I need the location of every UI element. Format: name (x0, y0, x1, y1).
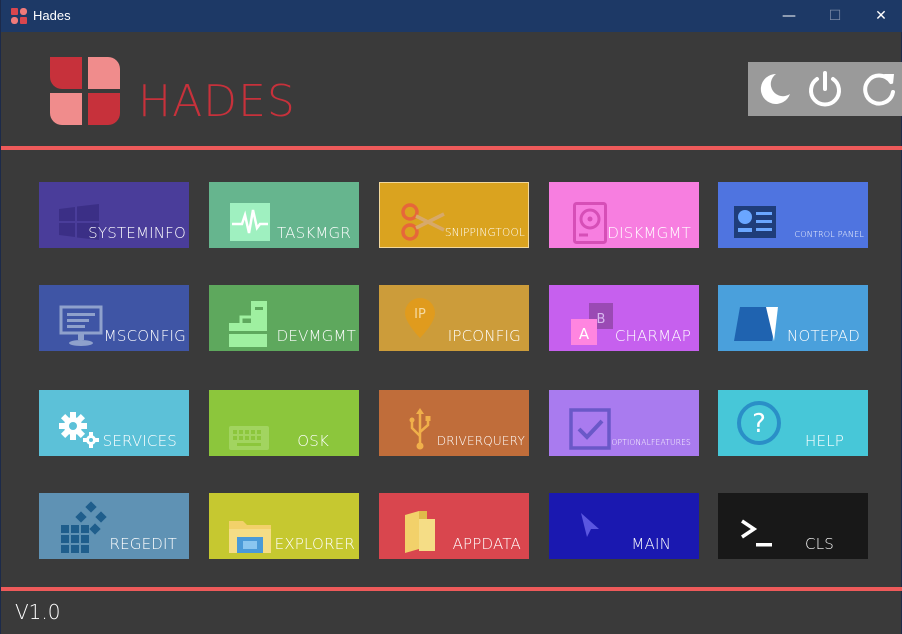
tile-ipconfig[interactable]: IP IPCONFIG (379, 285, 529, 351)
tile-devmgmt[interactable]: DEVMGMT (209, 285, 359, 351)
tile-label: IPCONFIG (447, 327, 521, 345)
notepad-icon (734, 307, 778, 341)
charmap-letter-b: B (597, 312, 606, 327)
maximize-button[interactable]: ☐ (812, 0, 858, 32)
tile-label: REGEDIT (109, 535, 177, 553)
tile-label: HELP (805, 432, 844, 450)
tile-label: OSK (297, 432, 329, 450)
tile-charmap[interactable]: B A CHARMAP (549, 285, 699, 351)
tile-appdata[interactable]: APPDATA (379, 493, 529, 559)
heartbeat-monitor-icon (230, 203, 270, 241)
tile-label: MSCONFIG (103, 327, 186, 345)
tile-label: CHARMAP (614, 327, 691, 345)
help-icon: ? (737, 401, 781, 445)
tile-label: NOTEPAD (787, 327, 860, 345)
terminal-prompt-icon (741, 519, 772, 547)
tile-label: TASKMGR (276, 224, 351, 242)
scissors-icon (401, 203, 445, 241)
ip-pin-icon: IP (405, 298, 435, 338)
tile-label: SNIPPINGTOOL (444, 227, 525, 239)
tile-notepad[interactable]: NOTEPAD (718, 285, 868, 351)
footer-divider (1, 587, 902, 591)
sleep-icon[interactable] (754, 68, 796, 110)
tile-cls[interactable]: CLS (718, 493, 868, 559)
tile-label: DEVMGMT (276, 327, 356, 345)
header-divider (1, 146, 902, 150)
app-logo-icon (11, 8, 27, 24)
tile-label: MAIN (631, 535, 671, 553)
tile-label: EXPLORER (274, 535, 355, 553)
registry-cubes-icon (61, 501, 107, 553)
restart-icon[interactable] (858, 68, 900, 110)
help-question-text: ? (752, 409, 766, 439)
tile-label: DRIVERQUERY (436, 434, 525, 448)
tile-diskmgmt[interactable]: DISKMGMT (549, 182, 699, 248)
tile-label: OPTIONALFEATURES (611, 438, 691, 447)
tile-osk[interactable]: OSK (209, 390, 359, 456)
tile-control-panel[interactable]: CONTROL PANEL (718, 182, 868, 248)
window-title: Hades (33, 8, 71, 23)
tile-services[interactable]: SERVICES (39, 390, 189, 456)
cursor-arrow-icon (581, 513, 599, 537)
tile-systeminfo[interactable]: SYSTEMINFO (39, 182, 189, 248)
character-map-icon: B A (571, 303, 613, 345)
power-icon[interactable] (804, 68, 846, 110)
tile-label: DISKMGMT (607, 224, 691, 242)
control-panel-icon (734, 206, 776, 238)
close-button[interactable]: ✕ (858, 0, 902, 32)
gears-icon (59, 412, 99, 448)
tile-label: SERVICES (102, 432, 177, 450)
tile-label: CLS (805, 535, 834, 553)
keyboard-icon (229, 426, 269, 450)
ip-pin-text: IP (414, 307, 426, 322)
tile-main[interactable]: MAIN (549, 493, 699, 559)
hades-window: Hades — ☐ ✕ HADES SYSTEMINFO TASKMGR SNI… (0, 0, 902, 634)
minimize-button[interactable]: — (766, 0, 812, 32)
tile-label: APPDATA (452, 535, 521, 553)
hades-logo-icon (50, 57, 120, 125)
monitor-config-icon (59, 305, 103, 346)
charmap-letter-a: A (579, 325, 590, 343)
tile-label: CONTROL PANEL (794, 230, 864, 239)
tile-driverquery[interactable]: DRIVERQUERY (379, 390, 529, 456)
tile-snippingtool[interactable]: SNIPPINGTOOL (379, 182, 529, 248)
tile-explorer[interactable]: EXPLORER (209, 493, 359, 559)
checkbox-icon (569, 408, 611, 450)
version-label: V1.0 (15, 600, 61, 624)
tile-label: SYSTEMINFO (88, 224, 186, 242)
tile-taskmgr[interactable]: TASKMGR (209, 182, 359, 248)
folder-icon (229, 521, 271, 553)
tile-msconfig[interactable]: MSCONFIG (39, 285, 189, 351)
tile-regedit[interactable]: REGEDIT (39, 493, 189, 559)
device-tree-icon (229, 301, 267, 347)
usb-icon (409, 408, 431, 450)
tile-help[interactable]: ? HELP (718, 390, 868, 456)
power-controls (748, 62, 902, 116)
title-bar[interactable]: Hades — ☐ ✕ (1, 0, 902, 32)
brand-title: HADES (138, 76, 296, 127)
appdata-folder-icon (405, 511, 435, 553)
hard-disk-icon (573, 202, 607, 244)
tile-optionalfeatures[interactable]: OPTIONALFEATURES (549, 390, 699, 456)
